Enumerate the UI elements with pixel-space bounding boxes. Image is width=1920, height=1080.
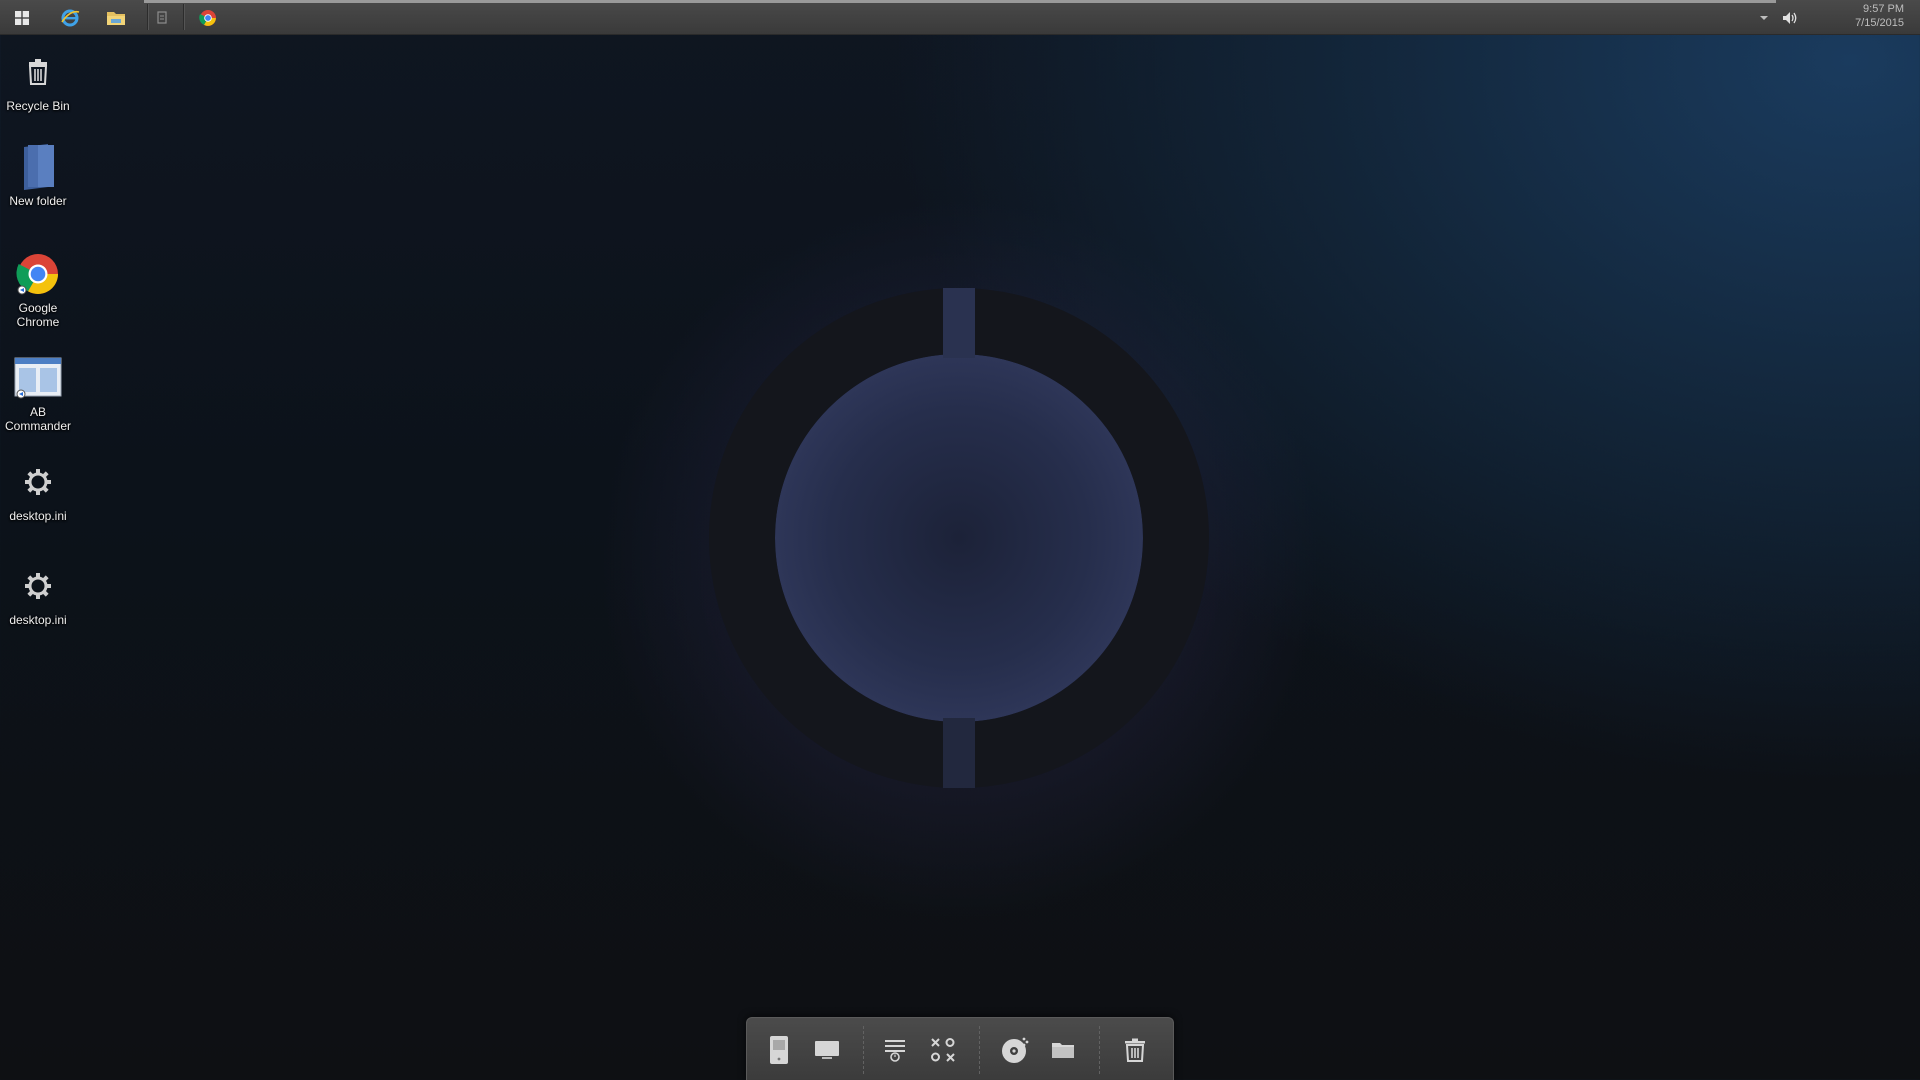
desktop-icon-desktop-ini[interactable]: desktop.ini	[0, 562, 76, 627]
clock-time: 9:57 PM	[1863, 3, 1904, 15]
dock	[746, 1017, 1174, 1080]
recycle-bin-icon	[14, 48, 62, 96]
dock-separator	[1099, 1026, 1100, 1074]
computer-icon	[770, 1036, 788, 1064]
desktop-icon-label: AB Commander	[4, 405, 72, 433]
internet-explorer-icon	[61, 9, 80, 27]
taskbar-progress-line	[144, 0, 1776, 3]
dock-item-computer[interactable]	[759, 1030, 799, 1070]
tray-clock[interactable]: 9:57 PM 7/15/2015	[1855, 2, 1904, 30]
dock-item-tic-tac-toe[interactable]	[923, 1030, 963, 1070]
desktop-icon-recycle-bin[interactable]: Recycle Bin	[0, 48, 76, 113]
trash-icon	[1125, 1038, 1145, 1062]
desktop-icon-desktop-ini[interactable]: desktop.ini	[0, 458, 76, 523]
task-list-icon	[885, 1040, 905, 1062]
ab-commander-icon	[14, 354, 62, 402]
tray-volume-button[interactable]	[1770, 3, 1810, 33]
dock-item-monitor[interactable]	[807, 1030, 847, 1070]
desktop-icon-label: Recycle Bin	[6, 99, 70, 113]
taskbar-notepad[interactable]	[140, 3, 184, 33]
taskbar: 9:57 PM 7/15/2015	[0, 0, 1920, 35]
wallpaper-logo	[709, 288, 1209, 788]
file-explorer-icon	[107, 12, 125, 25]
notepad-icon	[157, 11, 167, 24]
chevron-down-icon	[1760, 16, 1768, 20]
taskbar-separator	[183, 4, 184, 30]
dock-separator	[863, 1026, 864, 1074]
tic-tac-toe-icon	[931, 1038, 955, 1062]
desktop-icon-label: New folder	[9, 194, 67, 208]
start-button[interactable]	[0, 3, 44, 33]
settings-file-icon	[14, 458, 62, 506]
desktop-icon-label: desktop.ini	[9, 509, 67, 523]
dock-item-disc[interactable]	[995, 1030, 1035, 1070]
taskbar-chrome[interactable]	[186, 3, 230, 33]
volume-icon	[1783, 12, 1797, 24]
desktop-icon-label: Google Chrome	[16, 301, 60, 329]
chrome-icon	[14, 250, 62, 298]
taskbar-file-explorer[interactable]	[94, 3, 138, 33]
desktop-icon-google-chrome[interactable]: Google Chrome	[0, 250, 76, 329]
folder-icon	[1052, 1043, 1074, 1058]
folder-icon	[14, 143, 62, 191]
dock-separator	[979, 1026, 980, 1074]
desktop-icon-label: desktop.ini	[9, 613, 67, 627]
monitor-icon	[815, 1041, 839, 1059]
taskbar-internet-explorer[interactable]	[48, 3, 92, 33]
dock-item-folder[interactable]	[1043, 1030, 1083, 1070]
dock-item-trash[interactable]	[1115, 1030, 1155, 1070]
disc-icon	[1002, 1037, 1029, 1063]
desktop-icon-ab-commander[interactable]: AB Commander	[0, 354, 76, 433]
settings-file-icon	[14, 562, 62, 610]
chrome-icon	[199, 10, 216, 26]
clock-date: 7/15/2015	[1855, 17, 1904, 29]
desktop-icon-new-folder[interactable]: New folder	[0, 143, 76, 208]
dock-item-task-list[interactable]	[875, 1030, 915, 1070]
windows-start-icon	[15, 11, 29, 25]
